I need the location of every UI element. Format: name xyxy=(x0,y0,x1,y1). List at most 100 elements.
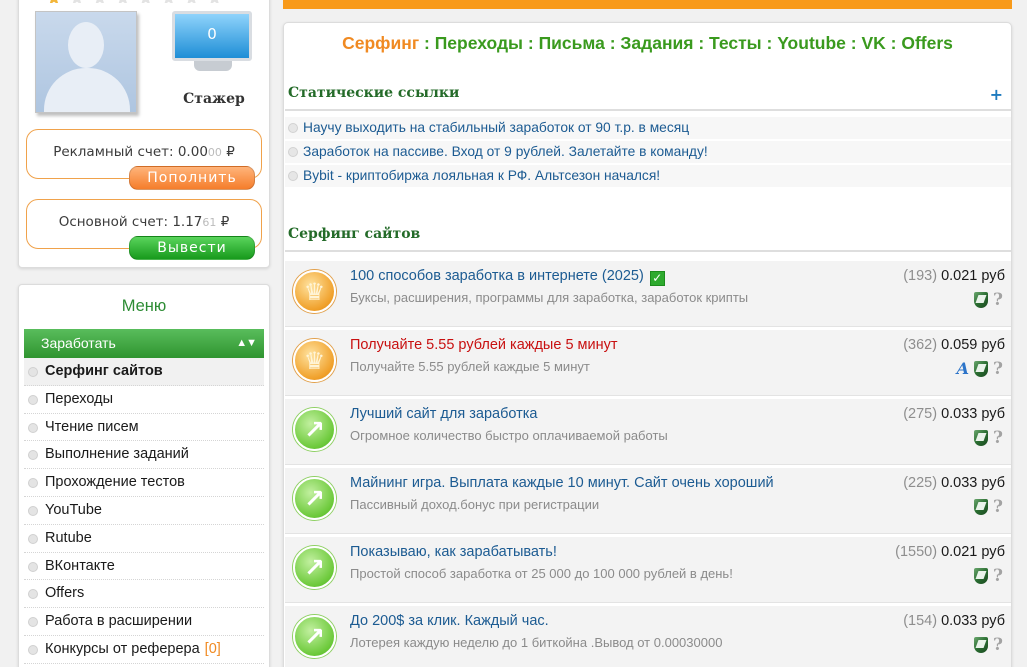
tab-письма[interactable]: Письма xyxy=(539,33,605,53)
help-icon[interactable]: ? xyxy=(993,635,1003,655)
menu-item[interactable]: YouTube xyxy=(24,497,264,525)
bullet-icon xyxy=(28,422,38,433)
surf-description: Буксы, расширения, программы для заработ… xyxy=(350,290,749,305)
shield-icon[interactable] xyxy=(974,498,989,515)
menu-item[interactable]: Конкурсы от реферера [0] xyxy=(24,636,264,664)
surf-badges: ? xyxy=(969,565,1003,586)
tab-youtube[interactable]: Youtube xyxy=(777,33,846,53)
star-icon: ★ xyxy=(114,0,137,3)
help-icon[interactable]: ? xyxy=(993,428,1003,448)
expand-icon[interactable]: + xyxy=(990,85,1003,104)
sort-arrows-icon[interactable]: ▲▼ xyxy=(236,329,257,358)
price-value: 0.021 руб xyxy=(941,268,1005,284)
surf-link[interactable]: Лучший сайт для заработка xyxy=(350,406,538,422)
arrow-icon[interactable] xyxy=(293,546,336,589)
shield-icon[interactable] xyxy=(974,567,989,584)
shield-icon[interactable] xyxy=(974,291,989,308)
bullet-icon xyxy=(28,367,38,377)
star-icon: ★ xyxy=(206,0,229,3)
tab-переходы[interactable]: Переходы xyxy=(435,33,523,53)
menu-item[interactable]: Переходы xyxy=(24,386,264,414)
static-links-title: Статические ссылки xyxy=(288,85,460,101)
surf-row: 100 способов заработка в интернете (2025… xyxy=(285,261,1011,327)
surf-description: Простой способ заработка от 25 000 до 10… xyxy=(350,566,733,581)
help-icon[interactable]: ? xyxy=(993,290,1003,310)
surf-price: (362) 0.059 руб xyxy=(903,337,1005,353)
shield-icon[interactable] xyxy=(974,360,989,377)
help-icon[interactable]: ? xyxy=(993,566,1003,586)
avatar[interactable] xyxy=(35,11,137,113)
user-rank: Стажер xyxy=(183,91,245,107)
price-value: 0.021 руб xyxy=(941,544,1005,560)
surf-price: (193) 0.021 руб xyxy=(903,268,1005,284)
menu-item[interactable]: ВКонтакте xyxy=(24,553,264,581)
verified-check-icon: ✓ xyxy=(649,271,665,286)
surf-description: Лотерея каждую неделю до 1 биткойна .Выв… xyxy=(350,635,723,650)
help-icon[interactable]: ? xyxy=(993,497,1003,517)
menu-item-label: Работа в расширении xyxy=(45,613,193,630)
view-count: (362) xyxy=(903,337,938,353)
menu-section-earn[interactable]: Заработать ▲▼ xyxy=(24,329,264,358)
shield-icon[interactable] xyxy=(974,429,989,446)
bullet-icon xyxy=(288,123,298,133)
tab-separator: : xyxy=(885,33,902,53)
ad-account-balance: Рекламный счет: 0.0000 ₽ xyxy=(53,144,235,160)
static-link[interactable]: Научу выходить на стабильный заработок о… xyxy=(285,117,1011,139)
bullet-icon xyxy=(28,505,38,516)
level-number: 0 xyxy=(172,11,252,61)
tab-серфинг[interactable]: Серфинг xyxy=(342,33,419,53)
surf-description: Огромное количество быстро оплачиваемой … xyxy=(350,428,668,443)
tab-задания[interactable]: Задания xyxy=(620,33,693,53)
surf-row: Получайте 5.55 рублей каждые 5 минут Полу… xyxy=(285,330,1011,396)
menu-item[interactable]: Rutube xyxy=(24,525,264,553)
surf-link[interactable]: 100 способов заработка в интернете (2025… xyxy=(350,268,665,286)
divider xyxy=(285,109,1011,111)
tab-separator: : xyxy=(604,33,621,53)
surf-link[interactable]: Майнинг игра. Выплата каждые 10 минут. С… xyxy=(350,475,774,491)
shield-icon[interactable] xyxy=(974,636,989,653)
menu-item-label: Rutube xyxy=(45,529,92,546)
view-count: (275) xyxy=(903,406,938,422)
static-link[interactable]: Bybit - криптобиржа лояльная к РФ. Альтс… xyxy=(285,165,1011,187)
view-count: (1550) xyxy=(895,544,938,560)
menu-item-label: Выполнение заданий xyxy=(45,446,189,463)
menu-item[interactable]: Выполнение заданий xyxy=(24,441,264,470)
arrow-icon[interactable] xyxy=(293,615,336,658)
menu-item-label: Переходы xyxy=(45,390,114,407)
menu-item[interactable]: Серфинг сайтов xyxy=(24,358,264,386)
tab-vk[interactable]: VK xyxy=(861,33,885,53)
price-value: 0.059 руб xyxy=(941,337,1005,353)
surf-badges: A? xyxy=(952,358,1003,379)
menu-item[interactable]: Прохождение тестов xyxy=(24,469,264,497)
profile-panel: ★★★★★★★★ 0 Стажер Рекламный счет: 0.0000… xyxy=(18,0,270,268)
menu-item[interactable]: Работа в расширении xyxy=(24,608,264,636)
surf-row: Майнинг игра. Выплата каждые 10 минут. С… xyxy=(285,468,1011,534)
bullet-icon xyxy=(28,617,38,628)
surf-badges: ? xyxy=(969,289,1003,310)
category-tabs: Серфинг : Переходы : Письма : Задания : … xyxy=(284,33,1011,54)
crown-icon[interactable] xyxy=(293,339,336,382)
bullet-icon xyxy=(288,171,298,181)
surf-link[interactable]: Получайте 5.55 рублей каждые 5 минут xyxy=(350,337,618,353)
top-up-button[interactable]: Пополнить xyxy=(129,166,255,190)
arrow-icon[interactable] xyxy=(293,408,336,451)
surf-link[interactable]: До 200$ за клик. Каждый час. xyxy=(350,613,549,629)
tab-offers[interactable]: Offers xyxy=(901,33,953,53)
menu-item[interactable]: Offers xyxy=(24,580,264,609)
level-monitor-icon: 0 xyxy=(172,11,254,73)
tab-separator: : xyxy=(761,33,778,53)
surf-link[interactable]: Показываю, как зарабатывать! xyxy=(350,544,557,560)
crown-icon[interactable] xyxy=(293,270,336,313)
static-link[interactable]: Заработок на пассиве. Вход от 9 рублей. … xyxy=(285,141,1011,163)
arrow-icon[interactable] xyxy=(293,477,336,520)
menu-item-label: ВКонтакте xyxy=(45,557,115,574)
help-icon[interactable]: ? xyxy=(993,359,1003,379)
menu-item-count: [0] xyxy=(204,640,221,657)
withdraw-button[interactable]: Вывести xyxy=(129,236,255,260)
menu-item-label: Конкурсы от реферера xyxy=(45,640,200,657)
tab-тесты[interactable]: Тесты xyxy=(709,33,762,53)
menu-item[interactable]: Чтение писем xyxy=(24,414,264,442)
surf-price: (225) 0.033 руб xyxy=(903,475,1005,491)
font-a-icon[interactable]: A xyxy=(957,359,969,378)
tab-separator: : xyxy=(845,33,862,53)
